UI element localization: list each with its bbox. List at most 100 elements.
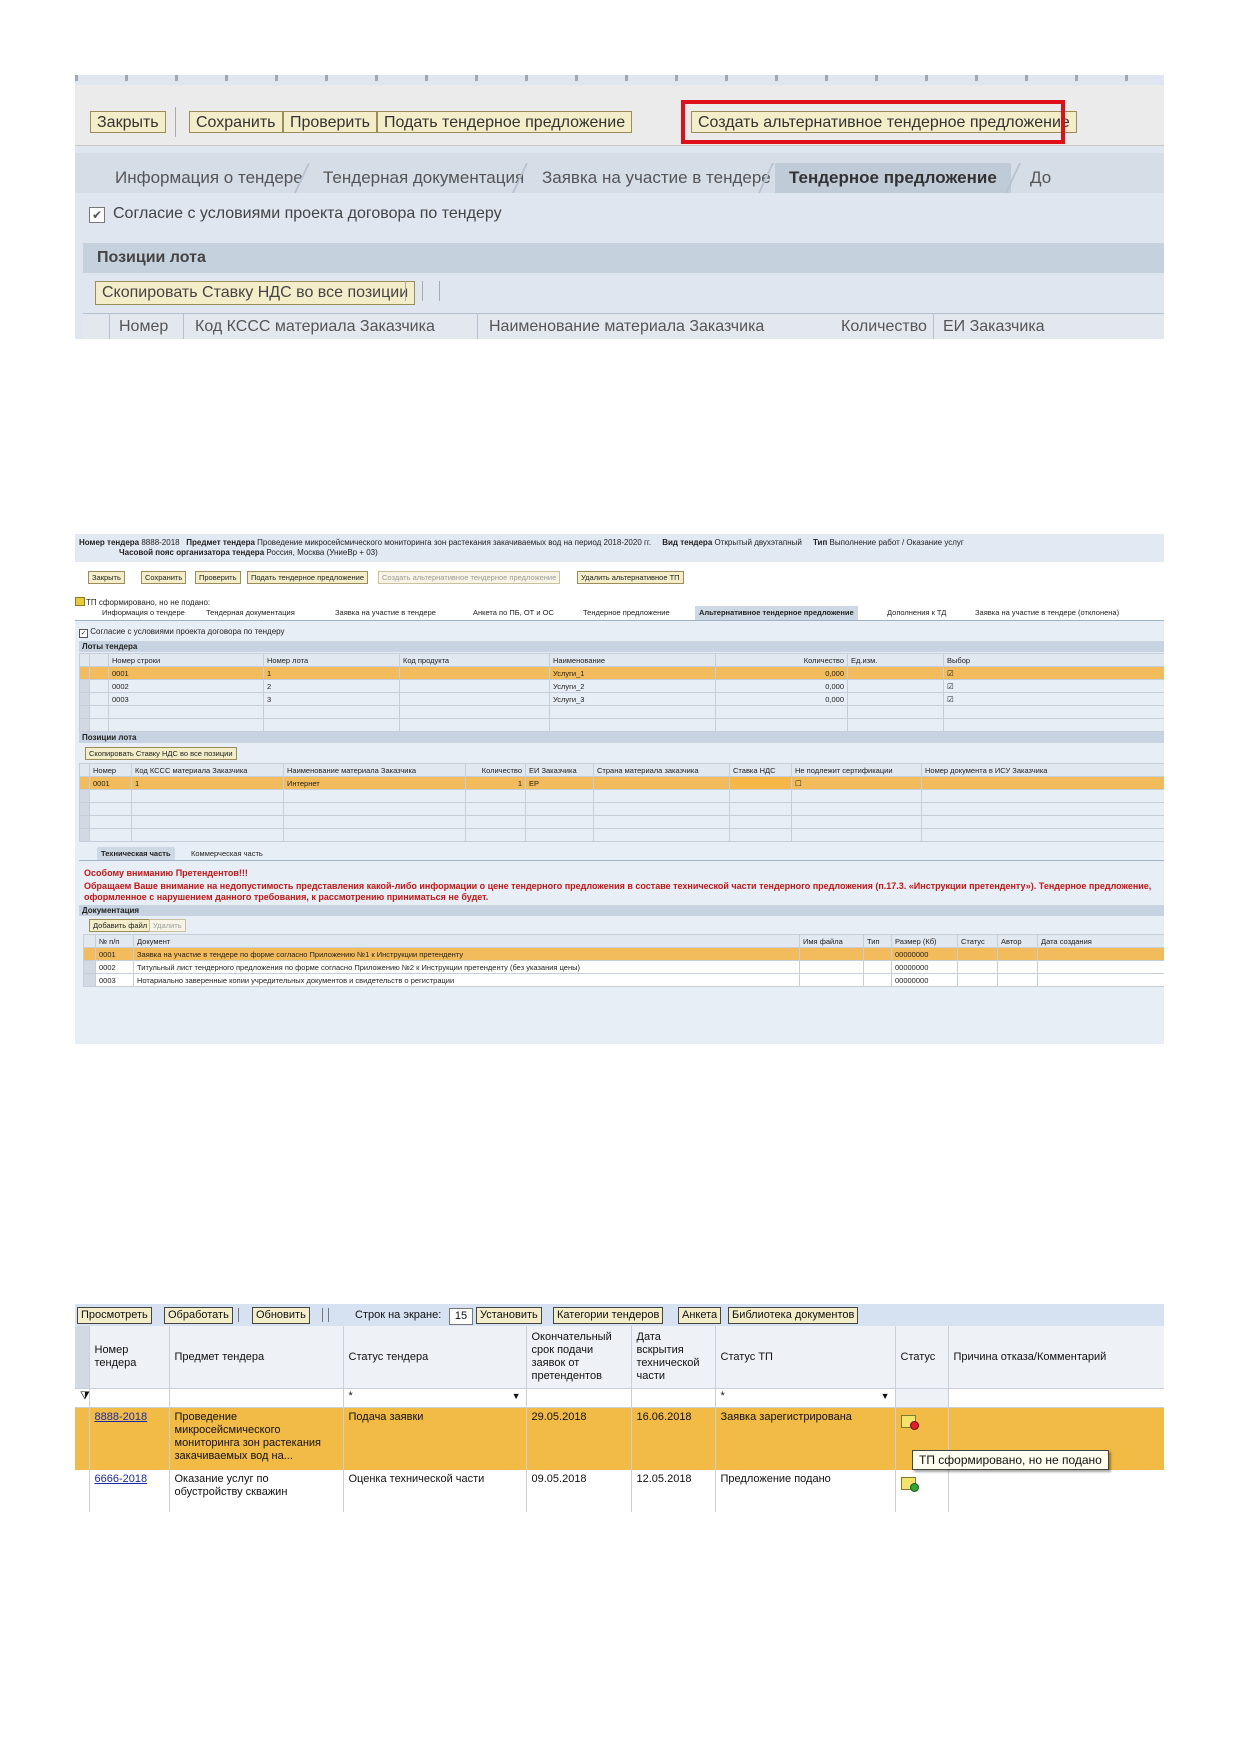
check-button[interactable]: Проверить: [283, 111, 378, 133]
rows-per-screen-input[interactable]: 15: [449, 1308, 473, 1325]
agree-label: Согласие с условиями проекта договора по…: [90, 627, 285, 636]
tab-tender-info[interactable]: Информация о тендере: [98, 606, 189, 620]
tab-alternative-offer[interactable]: Альтернативное тендерное предложение: [695, 606, 858, 620]
refresh-button[interactable]: Обновить: [252, 1307, 310, 1324]
toolbar: Закрыть Сохранить Проверить Подать тенде…: [75, 567, 1164, 589]
col-doc-no: № п/п: [95, 934, 134, 948]
status-green-icon[interactable]: [900, 1477, 919, 1492]
tender-no-link[interactable]: 8888-2018: [95, 1411, 148, 1423]
col-number: Номер: [89, 763, 132, 777]
table-row[interactable]: 6666-2018 Оказание услуг по обустройству…: [75, 1470, 1164, 1512]
status-red-icon[interactable]: [900, 1415, 919, 1430]
filter-row: ⧩ * ▼ * ▼: [75, 1388, 1164, 1408]
col-comment: Причина отказа/Комментарий: [948, 1326, 1164, 1389]
table-row[interactable]: 0002 2 Услуги_2 0,000 ☑: [79, 679, 1164, 693]
save-button[interactable]: Сохранить: [141, 571, 187, 584]
submit-tender-button[interactable]: Подать тендерное предложение: [247, 571, 369, 584]
filter-tender-status[interactable]: * ▼: [343, 1388, 527, 1408]
tab-commercial-part[interactable]: Коммерческая часть: [187, 847, 267, 860]
documents-table: № п/п Документ Имя файла Тип Размер (Кб)…: [83, 934, 1164, 987]
tab-survey[interactable]: Анкета по ПБ, ОТ и ОС: [469, 606, 558, 620]
filter-comment[interactable]: [948, 1388, 1164, 1408]
table-row: [79, 789, 1164, 803]
table-row[interactable]: 0003 3 Услуги_3 0,000 ☑: [79, 692, 1164, 706]
vat-rate-input[interactable]: [729, 776, 792, 790]
copy-vat-button[interactable]: Скопировать Ставку НДС во все позиции: [85, 747, 237, 760]
table-row[interactable]: 0003 Нотариально заверенные копии учредит…: [83, 973, 1164, 987]
tab-participation-request[interactable]: Заявка на участие в тендере: [542, 163, 771, 193]
select-checkbox[interactable]: ☑: [943, 692, 1164, 706]
close-button[interactable]: Закрыть: [90, 111, 166, 133]
submit-tender-button[interactable]: Подать тендерное предложение: [377, 111, 633, 133]
zoomed-toolbar-screenshot: Закрыть Сохранить Проверить Подать тенде…: [75, 75, 1164, 339]
select-checkbox[interactable]: ☑: [943, 679, 1164, 693]
survey-button[interactable]: Анкета: [678, 1307, 722, 1324]
tab-tender-offer[interactable]: Тендерное предложение: [775, 163, 1011, 193]
table-row: [79, 828, 1164, 842]
filter-tender-no[interactable]: [89, 1388, 170, 1408]
tab-participation-request[interactable]: Заявка на участие в тендере: [331, 606, 440, 620]
add-file-button[interactable]: Добавить файл: [89, 919, 152, 932]
view-button[interactable]: Просмотреть: [77, 1307, 152, 1324]
agree-checkbox[interactable]: ✔: [89, 207, 105, 223]
table-row[interactable]: 0002 Титульный лист тендерного предложени…: [83, 960, 1164, 974]
delete-button[interactable]: Удалить: [149, 919, 186, 932]
rows-per-screen-label: Строк на экране:: [355, 1309, 442, 1321]
filter-icon[interactable]: ⧩: [75, 1388, 90, 1408]
select-checkbox[interactable]: ☑: [943, 666, 1164, 680]
col-unit: ЕИ Заказчика: [525, 763, 594, 777]
create-alternative-tender-button[interactable]: Создать альтернативное тендерное предлож…: [378, 571, 561, 584]
table-row: [79, 705, 1164, 719]
close-button[interactable]: Закрыть: [88, 571, 125, 584]
tab-additions[interactable]: До: [1030, 163, 1051, 193]
delete-alternative-button[interactable]: Удалить альтернативное ТП: [577, 571, 684, 584]
col-deadline: Окончательный срок подачи заявок от прет…: [526, 1326, 632, 1389]
filter-tp-status[interactable]: * ▼: [715, 1388, 896, 1408]
document-library-button[interactable]: Библиотека документов: [728, 1307, 859, 1324]
highlight-frame: [681, 100, 1065, 144]
tab-tender-info[interactable]: Информация о тендере: [115, 163, 303, 193]
tab-technical-part[interactable]: Техническая часть: [97, 847, 175, 860]
timezone: Россия, Москва (УниеВр + 03): [266, 548, 378, 557]
filter-subject[interactable]: [169, 1388, 344, 1408]
tab-tender-offer[interactable]: Тендерное предложение: [579, 606, 674, 620]
agree-checkbox[interactable]: ✓: [79, 629, 88, 638]
col-lot-no: Номер лота: [263, 653, 400, 667]
table-row[interactable]: 0001 1 Интернет 1 ЕР ☐: [79, 776, 1164, 790]
row-selector[interactable]: [75, 1407, 90, 1470]
copy-vat-button[interactable]: Скопировать Ставку НДС во все позиции: [95, 281, 416, 305]
no-certification-checkbox[interactable]: ☐: [791, 776, 922, 790]
tender-categories-button[interactable]: Категории тендеров: [553, 1307, 664, 1324]
table-row: [79, 718, 1164, 732]
process-button[interactable]: Обработать: [164, 1307, 233, 1324]
col-row-no: Номер строки: [108, 653, 264, 667]
dropdown-icon[interactable]: ▼: [512, 1390, 521, 1403]
tender-no-link[interactable]: 6666-2018: [95, 1473, 148, 1485]
check-button[interactable]: Проверить: [195, 571, 241, 584]
table-row[interactable]: 0001 1 Услуги_1 0,000 ☑: [79, 666, 1164, 680]
col-quantity: Количество: [715, 653, 848, 667]
tender-no-label: Номер тендера: [79, 538, 140, 547]
tab-additions[interactable]: Дополнения к ТД: [883, 606, 950, 620]
tab-rejected-request[interactable]: Заявка на участие в тендере (отклонена): [971, 606, 1123, 620]
row-selector[interactable]: [75, 1470, 90, 1512]
filter-deadline[interactable]: [526, 1388, 632, 1408]
col-product-code: Код продукта: [399, 653, 550, 667]
tab-tender-docs[interactable]: Тендерная документация: [323, 163, 524, 193]
set-button[interactable]: Установить: [476, 1307, 542, 1324]
filter-open-date[interactable]: [631, 1388, 716, 1408]
timezone-label: Часовой пояс организатора тендера: [119, 548, 265, 557]
table-row[interactable]: 0001 Заявка на участие в тендере по форме…: [83, 947, 1164, 961]
form-body: ✓ Согласие с условиями проекта договора …: [75, 621, 1164, 1044]
save-button[interactable]: Сохранить: [189, 111, 283, 133]
form-body: ✔ Согласие с условиями проекта договора …: [75, 193, 1164, 339]
section-title: Позиции лота: [83, 243, 1164, 273]
filter-status[interactable]: [895, 1388, 949, 1408]
tab-tender-docs[interactable]: Тендерная документация: [202, 606, 299, 620]
toolbar: Просмотреть Обработать Обновить Строк на…: [75, 1304, 1164, 1327]
kind-label: Вид тендера: [662, 538, 713, 547]
type-label: Тип: [812, 538, 828, 547]
dropdown-icon[interactable]: ▼: [881, 1390, 890, 1403]
tender-offer-form-screenshot: Номер тендера 8888-2018 Предмет тендера …: [75, 534, 1164, 1044]
warning-title: Особому вниманию Претендентов!!!: [84, 868, 248, 878]
